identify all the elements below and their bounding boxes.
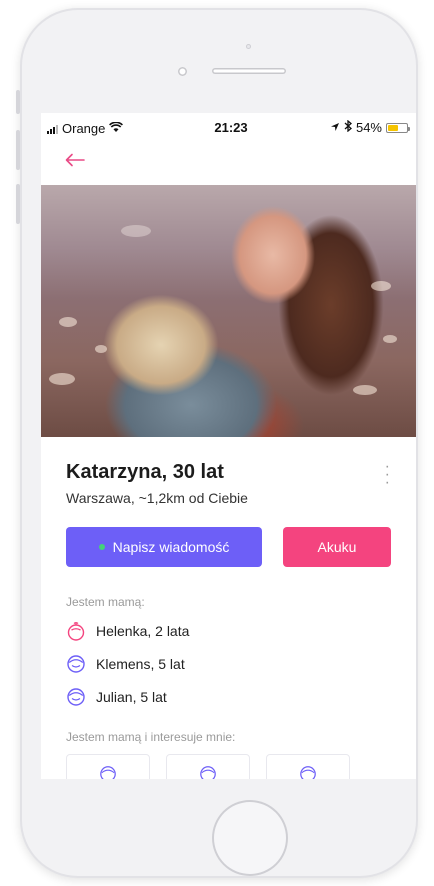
children-section-title: Jestem mamą: — [66, 595, 145, 609]
profile-location: Warszawa, ~1,2km od Ciebie — [66, 490, 248, 506]
child-name: Julian, 5 lat — [96, 689, 167, 705]
send-message-button[interactable]: Napisz wiadomość — [66, 527, 262, 567]
profile-name: Katarzyna, 30 lat — [66, 461, 224, 483]
signal-icon — [47, 124, 58, 134]
earpiece-speaker — [212, 68, 286, 74]
clock: 21:23 — [214, 120, 248, 135]
volume-up-button — [16, 130, 20, 170]
front-camera — [178, 67, 187, 76]
mute-switch — [16, 90, 20, 114]
volume-down-button — [16, 184, 20, 224]
boy-face-icon — [200, 766, 216, 779]
boy-face-icon — [67, 688, 85, 706]
child-item: Klemens, 5 lat — [66, 654, 185, 674]
interest-cards — [66, 754, 350, 779]
home-button[interactable] — [212, 800, 288, 876]
wifi-icon — [109, 121, 124, 136]
child-item: Helenka, 2 lata — [66, 621, 189, 641]
interest-card[interactable] — [66, 754, 150, 779]
akuku-label: Akuku — [317, 539, 357, 555]
child-item: Julian, 5 lat — [66, 687, 167, 707]
child-name: Helenka, 2 lata — [96, 623, 190, 639]
carrier-group: Orange — [47, 121, 124, 136]
send-message-label: Napisz wiadomość — [112, 539, 230, 555]
app-screen: Orange 21:23 54% Katarzyna, 30 lat · · ·… — [41, 113, 416, 779]
interests-section-title: Jestem mamą i interesuje mnie: — [66, 730, 236, 744]
profile-photo — [41, 185, 416, 437]
boy-face-icon — [67, 655, 85, 673]
arrow-left-icon[interactable] — [65, 149, 87, 171]
girl-face-icon — [67, 622, 85, 641]
status-bar: Orange 21:23 54% — [41, 113, 416, 141]
child-name: Klemens, 5 lat — [96, 656, 185, 672]
boy-face-icon — [300, 766, 316, 779]
more-vertical-icon[interactable]: · · · — [385, 459, 390, 491]
akuku-button[interactable]: Akuku — [283, 527, 391, 567]
battery-icon — [386, 122, 410, 133]
location-arrow-icon — [330, 120, 340, 135]
status-right-group: 54% — [330, 119, 410, 135]
boy-face-icon — [100, 766, 116, 779]
carrier-label: Orange — [62, 121, 106, 136]
online-status-dot — [98, 544, 105, 550]
proximity-sensor — [246, 44, 251, 49]
battery-percent: 54% — [355, 120, 382, 135]
interest-card[interactable] — [166, 754, 250, 779]
interest-card[interactable] — [266, 754, 350, 779]
bluetooth-icon — [344, 119, 352, 135]
